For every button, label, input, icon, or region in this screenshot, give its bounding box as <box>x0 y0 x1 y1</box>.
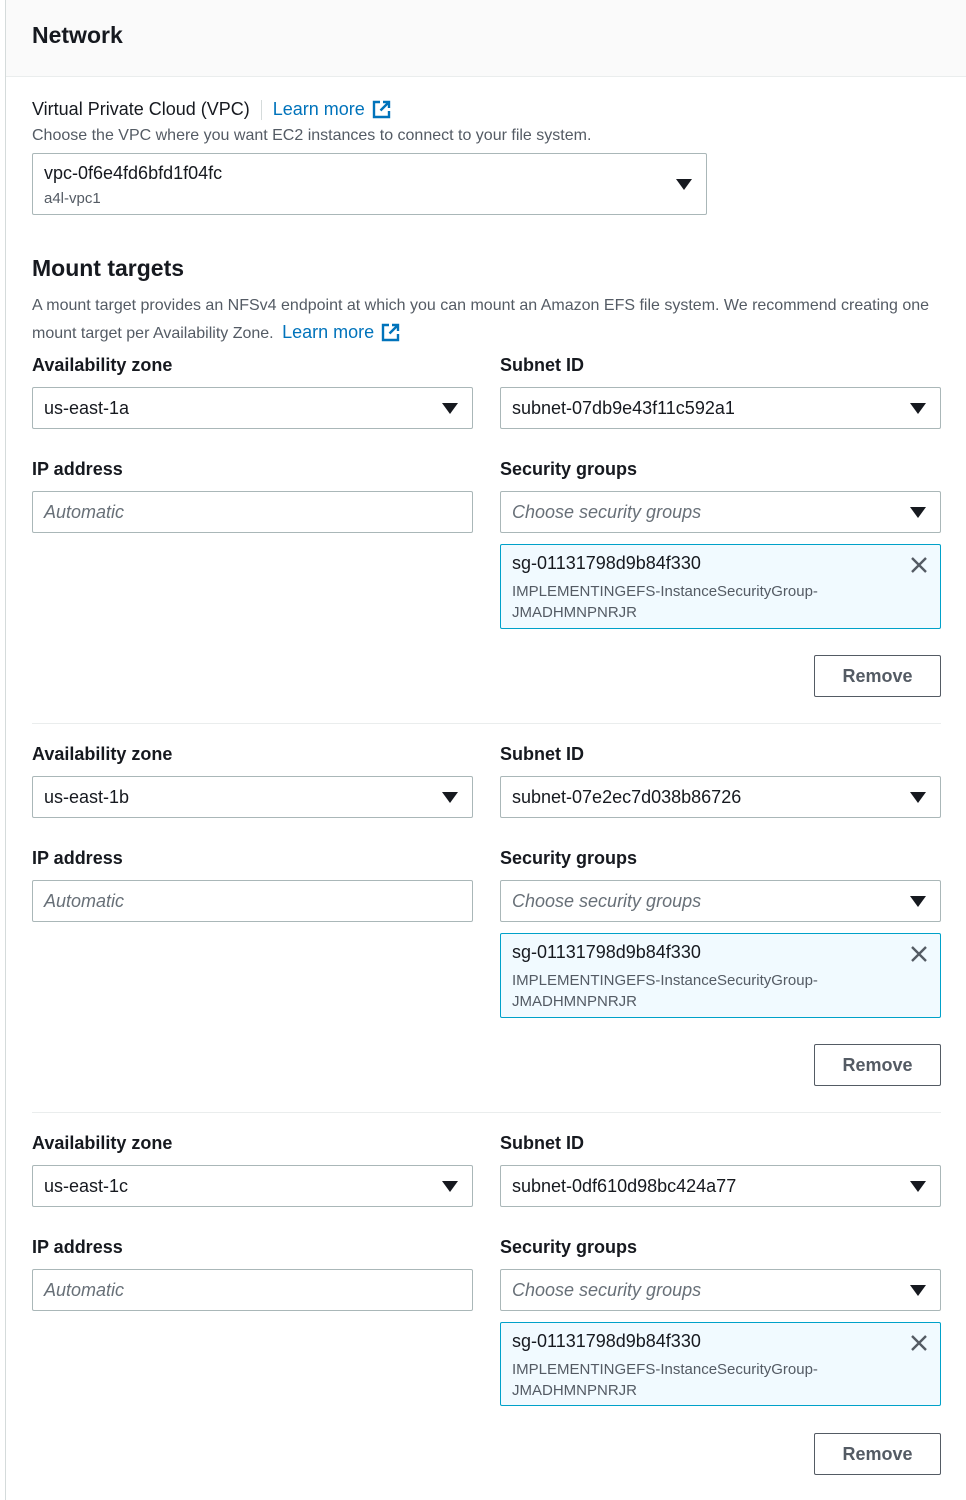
az-select[interactable]: us-east-1c <box>32 1165 473 1207</box>
sg-token: sg-01131798d9b84f330 IMPLEMENTINGEFS-Ins… <box>500 544 941 629</box>
sg-label: Security groups <box>500 459 638 479</box>
divider <box>32 723 941 724</box>
subnet-value: subnet-07e2ec7d038b86726 <box>512 787 742 807</box>
vpc-description: Choose the VPC where you want EC2 instan… <box>32 127 592 144</box>
mount-targets-title: Mount targets <box>32 255 185 281</box>
sg-token-id: sg-01131798d9b84f330 <box>512 942 701 962</box>
sg-label: Security groups <box>500 848 638 868</box>
mount-targets-learn-more-link[interactable]: Learn more <box>282 319 400 345</box>
az-label: Availability zone <box>32 355 173 375</box>
vpc-selected-name: a4l-vpc1 <box>44 190 101 207</box>
caret-down-icon <box>910 896 926 907</box>
remove-button[interactable]: Remove <box>814 1044 941 1086</box>
ip-input[interactable]: Automatic <box>32 880 473 922</box>
remove-button[interactable]: Remove <box>814 655 941 697</box>
sg-placeholder: Choose security groups <box>512 502 702 522</box>
divider <box>32 1112 941 1113</box>
vpc-selected-id: vpc-0f6e4fd6bfd1f04fc <box>44 163 223 183</box>
caret-down-icon <box>676 179 692 190</box>
vpc-learn-more-label: Learn more <box>272 99 365 119</box>
subnet-value: subnet-0df610d98bc424a77 <box>512 1176 737 1196</box>
sg-token: sg-01131798d9b84f330 IMPLEMENTINGEFS-Ins… <box>500 933 941 1018</box>
ip-placeholder: Automatic <box>44 891 125 911</box>
ip-label: IP address <box>32 1237 123 1257</box>
az-select[interactable]: us-east-1b <box>32 776 473 818</box>
sg-token-id: sg-01131798d9b84f330 <box>512 1331 701 1351</box>
ip-input[interactable]: Automatic <box>32 1269 473 1311</box>
az-label: Availability zone <box>32 744 173 764</box>
sg-token-name: IMPLEMENTINGEFS-InstanceSecurityGroup-JM… <box>512 972 818 1010</box>
caret-down-icon <box>442 792 458 803</box>
ip-placeholder: Automatic <box>44 1280 125 1300</box>
vpc-select[interactable]: vpc-0f6e4fd6bfd1f04fc a4l-vpc1 <box>32 153 707 215</box>
subnet-select[interactable]: subnet-0df610d98bc424a77 <box>500 1165 941 1207</box>
az-select[interactable]: us-east-1a <box>32 387 473 429</box>
close-icon[interactable] <box>909 555 929 575</box>
external-link-icon <box>372 100 391 119</box>
ip-input[interactable]: Automatic <box>32 491 473 533</box>
az-value: us-east-1a <box>44 398 130 418</box>
mount-targets-learn-more-label: Learn more <box>282 322 375 342</box>
caret-down-icon <box>442 1181 458 1192</box>
sg-placeholder: Choose security groups <box>512 1280 702 1300</box>
az-value: us-east-1c <box>44 1176 129 1196</box>
ip-placeholder: Automatic <box>44 502 125 522</box>
network-panel: Network Virtual Private Cloud (VPC) Lear… <box>5 0 966 1500</box>
caret-down-icon <box>910 1285 926 1296</box>
section-title: Network <box>32 22 123 48</box>
section-header: Network <box>6 0 966 77</box>
vpc-learn-more-link[interactable]: Learn more <box>273 99 391 120</box>
subnet-label: Subnet ID <box>500 355 584 375</box>
external-link-icon <box>381 323 400 341</box>
sg-token-name: IMPLEMENTINGEFS-InstanceSecurityGroup-JM… <box>512 583 818 621</box>
divider <box>260 99 262 120</box>
close-icon[interactable] <box>909 1333 929 1353</box>
az-value: us-east-1b <box>44 787 130 807</box>
sg-select[interactable]: Choose security groups <box>500 1269 941 1311</box>
ip-label: IP address <box>32 848 123 868</box>
caret-down-icon <box>910 507 926 518</box>
remove-button[interactable]: Remove <box>814 1433 941 1475</box>
caret-down-icon <box>910 1181 926 1192</box>
sg-label: Security groups <box>500 1237 638 1257</box>
vpc-label: Virtual Private Cloud (VPC) <box>32 99 250 119</box>
az-label: Availability zone <box>32 1133 173 1153</box>
vpc-label-row: Virtual Private Cloud (VPC) Learn more <box>32 99 391 120</box>
mount-targets-description: A mount target provides an NFSv4 endpoin… <box>32 293 932 347</box>
subnet-label: Subnet ID <box>500 744 584 764</box>
close-icon[interactable] <box>909 944 929 964</box>
mount-targets-description-text: A mount target provides an NFSv4 endpoin… <box>32 297 930 342</box>
subnet-label: Subnet ID <box>500 1133 584 1153</box>
subnet-select[interactable]: subnet-07e2ec7d038b86726 <box>500 776 941 818</box>
sg-token-id: sg-01131798d9b84f330 <box>512 553 701 573</box>
caret-down-icon <box>910 403 926 414</box>
ip-label: IP address <box>32 459 123 479</box>
caret-down-icon <box>910 792 926 803</box>
subnet-value: subnet-07db9e43f11c592a1 <box>512 398 735 418</box>
sg-select[interactable]: Choose security groups <box>500 491 941 533</box>
sg-token: sg-01131798d9b84f330 IMPLEMENTINGEFS-Ins… <box>500 1322 941 1406</box>
sg-token-name: IMPLEMENTINGEFS-InstanceSecurityGroup-JM… <box>512 1361 818 1399</box>
sg-placeholder: Choose security groups <box>512 891 702 911</box>
subnet-select[interactable]: subnet-07db9e43f11c592a1 <box>500 387 941 429</box>
sg-select[interactable]: Choose security groups <box>500 880 941 922</box>
caret-down-icon <box>442 403 458 414</box>
